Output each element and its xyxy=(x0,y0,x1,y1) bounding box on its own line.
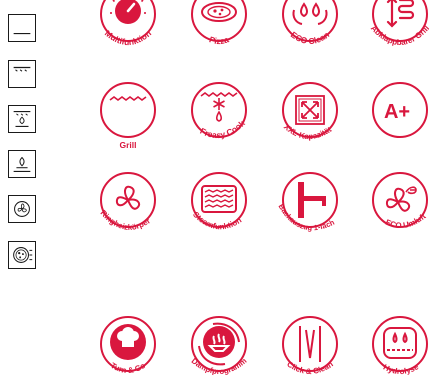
svg-text:Dampfprogramm: Dampfprogramm xyxy=(190,356,249,376)
feature-steam: Steamfunktion xyxy=(185,172,253,240)
fold-down-grill-icon xyxy=(386,0,415,28)
svg-text:ECO Umluft: ECO Umluft xyxy=(384,212,428,231)
feature-label: Ringheizkörper xyxy=(99,208,153,232)
feature-label: Abklappbarer Grill xyxy=(369,24,429,47)
feature-turn-go: Turn & Go xyxy=(94,316,162,384)
svg-text:Abklappbarer Grill: Abklappbarer Grill xyxy=(369,24,429,47)
oven-bottom-heat-icon xyxy=(8,150,36,178)
feature-klappgrill: Abklappbarer Grill xyxy=(366,0,429,58)
feature-label: Pizza xyxy=(208,34,230,46)
energy-class-icon: A+ xyxy=(384,101,410,123)
feature-label: Hydrolyse xyxy=(382,362,421,376)
svg-text:XXL-Kapazität: XXL-Kapazität xyxy=(282,122,334,141)
svg-text:Hydrolyse: Hydrolyse xyxy=(382,362,421,376)
feature-dampf: Dampfprogramm xyxy=(185,316,253,384)
feature-eco-umluft: ECO Umluft xyxy=(366,172,429,240)
feature-click-clean: Click & Clean xyxy=(276,316,344,384)
feature-label: Freasy Cook xyxy=(198,118,246,140)
oven-empty-icon xyxy=(8,14,36,42)
grill-wave-icon xyxy=(109,96,147,101)
feature-multifunktion: Multifunktion xyxy=(94,0,162,58)
feature-grill: Grill xyxy=(94,80,162,150)
oven-top-heat-grill-icon xyxy=(8,105,36,133)
steam-tray-icon xyxy=(201,185,237,213)
svg-text:Backauszug 1-fach: Backauszug 1-fach xyxy=(277,202,337,232)
feature-eco-clean: ECO Clean xyxy=(276,0,344,58)
oven-pizza-icon xyxy=(8,241,36,269)
svg-text:Turn & Go: Turn & Go xyxy=(109,361,147,375)
feature-hydrolyse: Hydrolyse xyxy=(366,316,429,384)
feature-label: XXL-Kapazität xyxy=(282,122,334,141)
feature-label: Dampfprogramm xyxy=(190,356,249,376)
feature-ringheiz: Ringheizkörper xyxy=(94,172,162,240)
feature-label: Multifunktion xyxy=(103,28,153,47)
svg-text:ECO Clean: ECO Clean xyxy=(289,29,331,46)
snowflake-drop-icon xyxy=(200,92,238,122)
telescopic-rail-icon xyxy=(298,182,326,218)
pizza-icon xyxy=(201,2,237,22)
expand-arrows-icon xyxy=(295,95,325,125)
feature-label: Click & Clean xyxy=(285,359,335,376)
fan-blade-icon xyxy=(115,185,141,210)
feature-energy: A+ xyxy=(366,80,429,148)
svg-text:Click & Clean: Click & Clean xyxy=(285,359,335,376)
feature-label: ECO Clean xyxy=(289,29,331,46)
svg-text:Freasy Cook: Freasy Cook xyxy=(198,118,246,140)
feature-pizza: Pizza xyxy=(185,0,253,58)
water-drops-icon xyxy=(292,2,328,25)
svg-text:Multifunktion: Multifunktion xyxy=(103,28,153,47)
door-glass-icon xyxy=(299,326,321,362)
svg-text:Ringheizkörper: Ringheizkörper xyxy=(99,208,153,232)
svg-text:Steamfunktion: Steamfunktion xyxy=(191,210,243,231)
feature-label: Steamfunktion xyxy=(191,210,243,231)
feature-label: ECO Umluft xyxy=(384,212,428,231)
feature-xxl: XXL-Kapazität xyxy=(276,80,344,148)
svg-text:Pizza: Pizza xyxy=(208,34,230,46)
oven-top-heat-icon xyxy=(8,60,36,88)
eco-fan-icon xyxy=(385,186,417,212)
feature-freasy-cook: Freasy Cook xyxy=(185,80,253,148)
oven-fan-icon xyxy=(8,195,36,223)
hydrolysis-icon xyxy=(383,327,417,359)
feature-backauszug: Backauszug 1-fach xyxy=(276,172,344,240)
feature-label: Backauszug 1-fach xyxy=(277,202,337,232)
feature-label: Grill xyxy=(119,140,136,150)
feature-label: Turn & Go xyxy=(109,361,147,375)
